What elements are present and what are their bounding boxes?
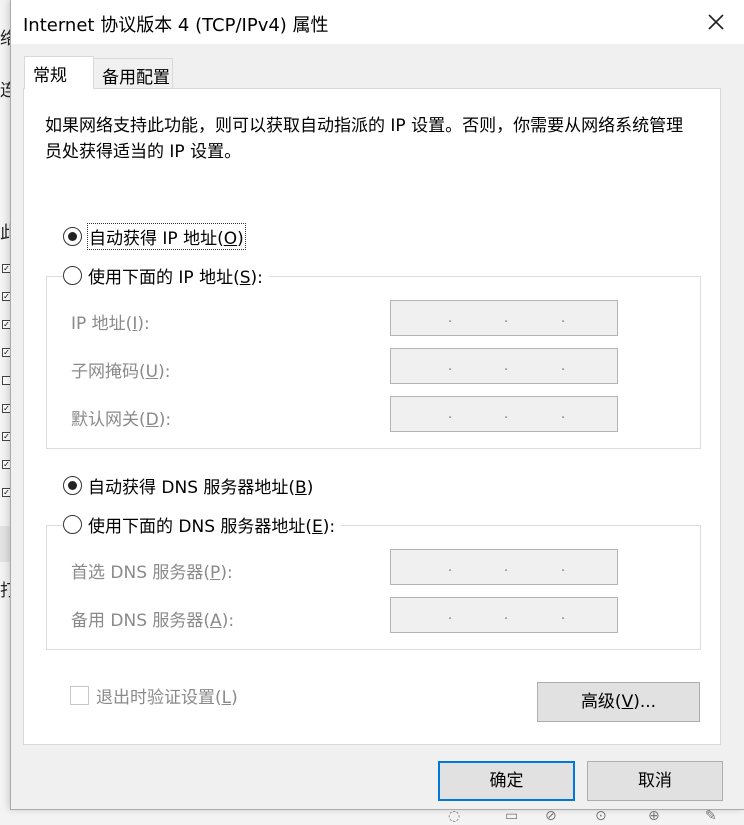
tcpipv4-properties-dialog: Internet 协议版本 4 (TCP/IPv4) 属性 常规 备用配置 如果… bbox=[10, 0, 744, 810]
close-icon bbox=[708, 14, 724, 30]
auto-ip-radio[interactable] bbox=[63, 226, 82, 246]
validate-settings-checkbox[interactable] bbox=[70, 686, 89, 705]
cancel-button[interactable]: 取消 bbox=[587, 761, 723, 801]
manual-ip-radio[interactable] bbox=[63, 265, 82, 285]
advanced-button[interactable]: 高级(V)... bbox=[537, 682, 700, 722]
alternate-dns-label: 备用 DNS 服务器(A): bbox=[71, 611, 235, 631]
subnet-mask-input[interactable]: ... bbox=[390, 348, 618, 384]
manual-ip-label: 使用下面的 IP 地址(S): bbox=[88, 267, 263, 288]
manual-dns-label: 使用下面的 DNS 服务器地址(E): bbox=[88, 516, 336, 537]
preferred-dns-label: 首选 DNS 服务器(P): bbox=[71, 563, 233, 583]
background-icon: ⊙ bbox=[595, 808, 607, 824]
tab-alternate-configuration[interactable]: 备用配置 bbox=[93, 58, 173, 89]
auto-dns-label: 自动获得 DNS 服务器地址(B) bbox=[88, 477, 314, 498]
tab-general[interactable]: 常规 bbox=[24, 56, 94, 89]
close-button[interactable] bbox=[704, 10, 728, 34]
background-icon: ⊘ bbox=[545, 808, 557, 824]
manual-ip-radio-option[interactable]: 使用下面的 IP 地址(S): bbox=[63, 262, 269, 288]
background-icon: ⊕ bbox=[648, 808, 660, 824]
auto-dns-radio-option[interactable]: 自动获得 DNS 服务器地址(B) bbox=[63, 472, 313, 498]
auto-ip-label: 自动获得 IP 地址(O) bbox=[87, 222, 246, 250]
ok-button[interactable]: 确定 bbox=[438, 761, 575, 801]
validate-settings-label: 退出时验证设置(L) bbox=[96, 688, 238, 708]
background-icon: ✎ bbox=[705, 808, 717, 824]
subnet-mask-label: 子网掩码(U): bbox=[71, 362, 171, 382]
manual-dns-group: 首选 DNS 服务器(P): ... 备用 DNS 服务器(A): ... bbox=[46, 525, 701, 650]
background-icon: ◌ bbox=[448, 808, 461, 824]
manual-dns-radio[interactable] bbox=[63, 514, 82, 534]
general-tab-panel: 如果网络支持此功能，则可以获取自动指派的 IP 设置。否则，你需要从网络系统管理… bbox=[23, 88, 721, 745]
default-gateway-label: 默认网关(D): bbox=[71, 410, 172, 430]
auto-dns-radio[interactable] bbox=[63, 475, 82, 495]
validate-settings-option[interactable]: 退出时验证设置(L) bbox=[70, 683, 238, 708]
background-icon: ▭ bbox=[505, 808, 519, 824]
ip-address-input[interactable]: ... bbox=[390, 300, 618, 336]
preferred-dns-input[interactable]: ... bbox=[390, 549, 618, 585]
description-text: 如果网络支持此功能，则可以获取自动指派的 IP 设置。否则，你需要从网络系统管理… bbox=[45, 116, 684, 162]
manual-dns-radio-option[interactable]: 使用下面的 DNS 服务器地址(E): bbox=[63, 511, 342, 537]
manual-ip-group: IP 地址(I): ... 子网掩码(U): ... 默认网关(D): ... bbox=[46, 276, 701, 449]
default-gateway-input[interactable]: ... bbox=[390, 396, 618, 432]
auto-ip-radio-option[interactable]: 自动获得 IP 地址(O) bbox=[63, 222, 246, 250]
alternate-dns-input[interactable]: ... bbox=[390, 597, 618, 633]
ip-address-label: IP 地址(I): bbox=[71, 314, 150, 334]
title-bar[interactable]: Internet 协议版本 4 (TCP/IPv4) 属性 bbox=[11, 0, 744, 44]
window-title: Internet 协议版本 4 (TCP/IPv4) 属性 bbox=[23, 15, 329, 36]
